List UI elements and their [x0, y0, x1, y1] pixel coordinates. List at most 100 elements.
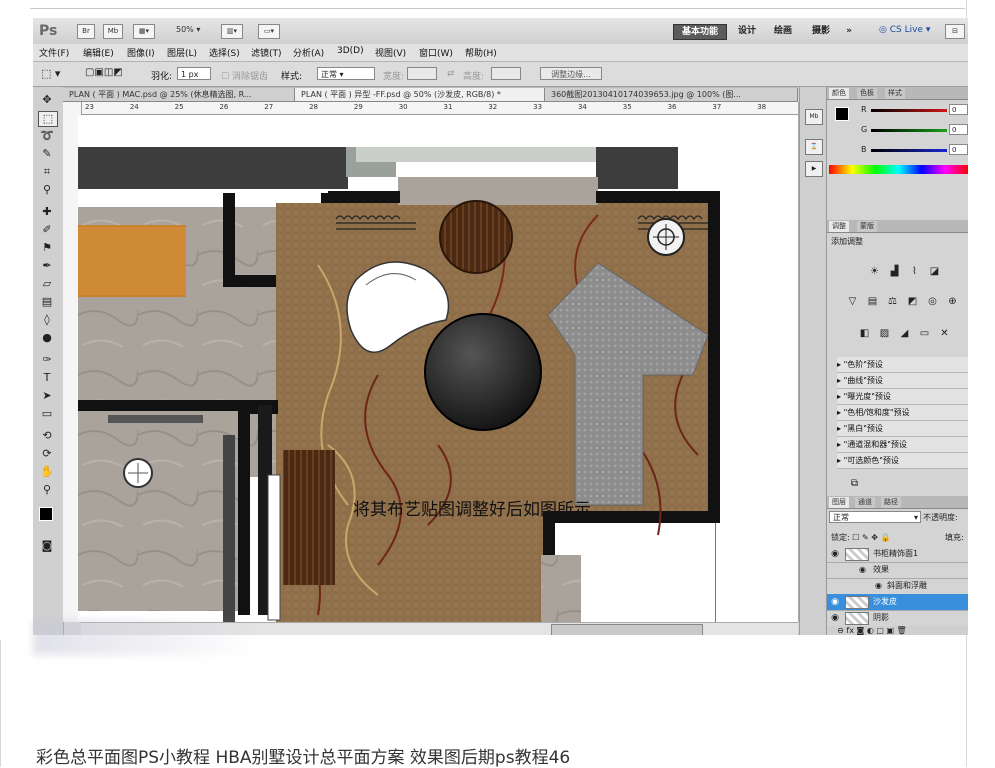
menu-file[interactable]: 文件(F)	[39, 46, 69, 59]
preset-exposure[interactable]: ▸ "曝光度"预设	[837, 389, 968, 405]
shape-tool-icon[interactable]: ▭	[38, 407, 56, 421]
refine-edge-button[interactable]: 调整边缘...	[540, 67, 602, 80]
healing-tool-icon[interactable]: ✚	[38, 205, 56, 219]
slider-g-value[interactable]: 0	[949, 124, 968, 135]
selection-mode-buttons[interactable]: ▢▣◫◩	[85, 67, 123, 78]
preset-selective-color[interactable]: ▸ "可选颜色"预设	[837, 453, 968, 469]
height-input[interactable]	[491, 67, 521, 80]
slider-r-value[interactable]: 0	[949, 104, 968, 115]
minibridge-panel-icon[interactable]: Mb	[805, 109, 823, 125]
menu-filter[interactable]: 滤镜(T)	[251, 46, 282, 59]
layers-footer-buttons[interactable]: ⊖ fx ◙ ◐ ▢ ▣ 🗑	[827, 626, 968, 635]
dodge-tool-icon[interactable]: ●	[38, 331, 56, 345]
bridge-button[interactable]: Br	[77, 24, 95, 39]
posterize-icon[interactable]: ▨	[877, 327, 892, 340]
menu-image[interactable]: 图像(I)	[127, 46, 155, 59]
tab-swatches[interactable]: 色板	[857, 88, 877, 99]
move-tool-icon[interactable]: ✥	[38, 93, 56, 107]
tab-adjustments[interactable]: 调整	[829, 221, 849, 232]
arrange-documents-button[interactable]: ▥▾	[221, 24, 243, 39]
brightness-icon[interactable]: ☀	[867, 265, 882, 278]
preset-levels[interactable]: ▸ "色阶"预设	[837, 357, 968, 373]
tab-layers[interactable]: 图层	[829, 497, 849, 508]
workspace-design[interactable]: 设计	[733, 24, 761, 38]
3d-rotate-tool-icon[interactable]: ⟲	[38, 429, 56, 443]
quick-select-tool-icon[interactable]: ✎	[38, 147, 56, 161]
black-white-icon[interactable]: ◩	[905, 295, 920, 308]
feather-input[interactable]: 1 px	[177, 67, 211, 80]
marquee-tool-preset[interactable]: ⬚ ▾	[41, 67, 60, 80]
tab-channels[interactable]: 通道	[855, 497, 875, 508]
visibility-eye-icon[interactable]: ◉	[829, 594, 841, 610]
view-extras-button[interactable]: ▦▾	[133, 24, 155, 39]
brush-tool-icon[interactable]: ✐	[38, 223, 56, 237]
document-tab-mac[interactable]: PLAN ( 平面 ) MAC.psd @ 25% (休息精选图, R...	[63, 88, 295, 101]
antialias-checkbox[interactable]: ☐ 消除锯齿	[221, 69, 268, 82]
menu-window[interactable]: 窗口(W)	[419, 46, 453, 59]
menu-analysis[interactable]: 分析(A)	[293, 46, 324, 59]
history-panel-icon[interactable]: ⌛	[805, 139, 823, 155]
eyedropper-tool-icon[interactable]: ⚲	[38, 183, 56, 197]
document-tab-ff[interactable]: PLAN ( 平面 ) 异型 -FF.psd @ 50% (沙发皮, RGB/8…	[295, 88, 545, 101]
menu-edit[interactable]: 编辑(E)	[83, 46, 114, 59]
blend-mode-select[interactable]: 正常 ▾	[829, 511, 921, 523]
visibility-eye-icon[interactable]: ◉	[829, 546, 841, 562]
visibility-eye-icon[interactable]: ◉	[829, 610, 841, 626]
slider-g-track[interactable]	[871, 129, 947, 132]
adjust-footer-icon[interactable]: ⧉	[847, 477, 862, 490]
preset-channel-mixer[interactable]: ▸ "通道混和器"预设	[837, 437, 968, 453]
path-select-tool-icon[interactable]: ➤	[38, 389, 56, 403]
lasso-tool-icon[interactable]: ➰	[38, 129, 56, 143]
invert-icon[interactable]: ◧	[857, 327, 872, 340]
type-tool-icon[interactable]: T	[38, 371, 56, 385]
curves-icon[interactable]: ⌇	[907, 265, 922, 278]
gradient-map-icon[interactable]: ▭	[917, 327, 932, 340]
levels-icon[interactable]: ▟	[887, 265, 902, 278]
cs-live-button[interactable]: ◎ CS Live ▾	[879, 25, 930, 35]
screen-mode-button[interactable]: ▭▾	[258, 24, 280, 39]
workspace-painting[interactable]: 绘画	[769, 24, 797, 38]
menu-view[interactable]: 视图(V)	[375, 46, 406, 59]
effect-visibility-icon[interactable]: ◉	[875, 578, 882, 594]
zoom-tool-icon[interactable]: ⚲	[38, 483, 56, 497]
menu-3d[interactable]: 3D(D)	[337, 46, 364, 56]
color-panel-foreground[interactable]	[835, 107, 849, 121]
horizontal-scroll-thumb[interactable]	[551, 624, 703, 635]
tab-masks[interactable]: 蒙版	[857, 221, 877, 232]
crop-tool-icon[interactable]: ⌗	[38, 165, 56, 179]
exposure-icon[interactable]: ◪	[927, 265, 942, 278]
width-input[interactable]	[407, 67, 437, 80]
vibrance-icon[interactable]: ▽	[845, 295, 860, 308]
blur-tool-icon[interactable]: ◊	[38, 313, 56, 327]
workspace-photography[interactable]: 摄影	[807, 24, 835, 38]
preset-black-white[interactable]: ▸ "黑白"预设	[837, 421, 968, 437]
3d-orbit-tool-icon[interactable]: ⟳	[38, 447, 56, 461]
workspace-essentials[interactable]: 基本功能	[673, 24, 727, 40]
photo-filter-icon[interactable]: ◎	[925, 295, 940, 308]
history-brush-tool-icon[interactable]: ✒	[38, 259, 56, 273]
actions-panel-icon[interactable]: ▶	[805, 161, 823, 177]
tab-styles[interactable]: 样式	[885, 88, 905, 99]
layer-row-bookcase[interactable]: ◉ 书柜精饰面1	[827, 546, 968, 563]
color-spectrum[interactable]	[829, 165, 968, 174]
pen-tool-icon[interactable]: ✑	[38, 353, 56, 367]
layer-row-bevel[interactable]: ◉ 斜面和浮雕	[827, 578, 968, 595]
lock-controls[interactable]: 锁定: ☐ ✎ ✥ 🔒	[831, 532, 890, 543]
minibridge-button[interactable]: Mb	[103, 24, 123, 39]
zoom-level[interactable]: 50% ▾	[176, 25, 200, 34]
slider-b-value[interactable]: 0	[949, 144, 968, 155]
gradient-tool-icon[interactable]: ▤	[38, 295, 56, 309]
workspace-more[interactable]: »	[841, 24, 857, 38]
color-balance-icon[interactable]: ⚖	[885, 295, 900, 308]
foreground-color-swatch[interactable]	[39, 507, 53, 521]
preset-hue-saturation[interactable]: ▸ "色相/饱和度"预设	[837, 405, 968, 421]
menu-layer[interactable]: 图层(L)	[167, 46, 197, 59]
document-tab-screenshot[interactable]: 360截图20130410174039653.jpg @ 100% (图...	[545, 88, 798, 101]
layer-row-shadow[interactable]: ◉ 阴影	[827, 610, 968, 627]
document-canvas[interactable]: 将其布艺贴图调整好后如图所示	[78, 115, 798, 622]
hue-saturation-icon[interactable]: ▤	[865, 295, 880, 308]
slider-r-track[interactable]	[871, 109, 947, 112]
quick-mask-icon[interactable]: ◙	[38, 539, 56, 553]
hand-tool-icon[interactable]: ✋	[38, 465, 56, 479]
tab-color[interactable]: 颜色	[829, 88, 849, 99]
